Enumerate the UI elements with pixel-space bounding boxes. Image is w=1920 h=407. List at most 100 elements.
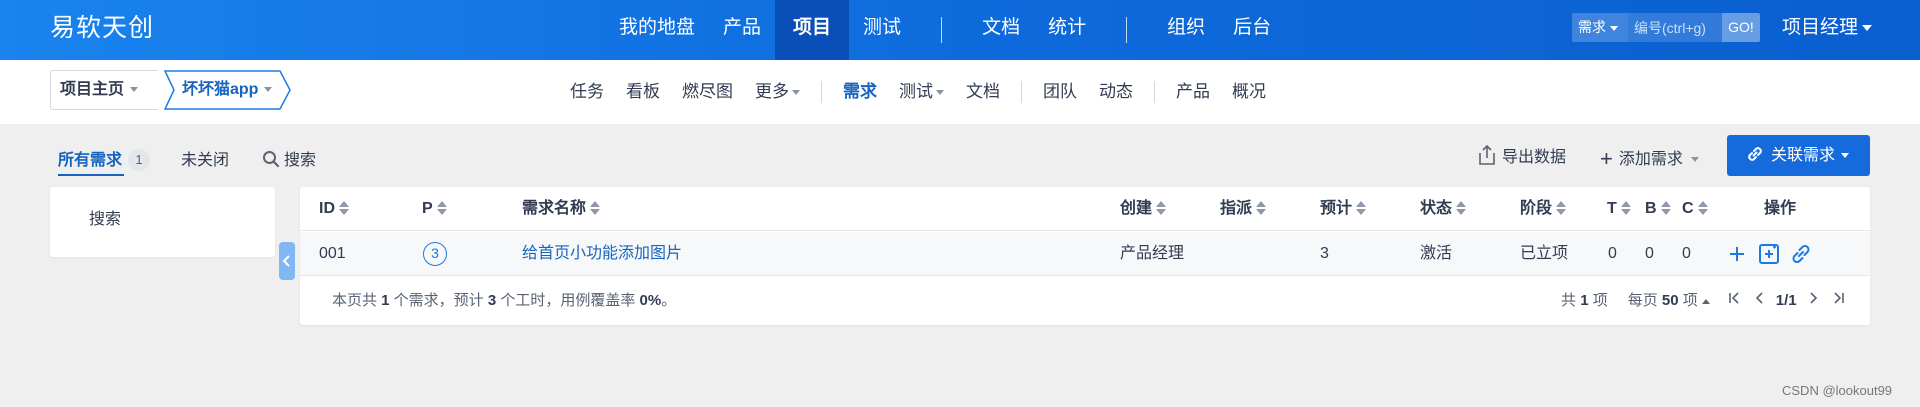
nav-admin[interactable]: 后台 — [1219, 0, 1285, 60]
tab-burndown[interactable]: 燃尽图 — [671, 60, 744, 124]
column-cases[interactable]: C — [1682, 187, 1708, 231]
chevron-down-icon — [1690, 157, 1699, 163]
column-label: 阶段 — [1520, 200, 1553, 217]
top-header: 易软天创 我的地盘 产品 项目 测试 文档 统计 组织 后台 需求 GO! 项目… — [0, 0, 1920, 60]
column-label: ID — [319, 200, 335, 217]
plus-icon[interactable] — [1725, 242, 1749, 266]
column-label: P — [422, 200, 433, 217]
tab-kanban[interactable]: 看板 — [615, 60, 671, 124]
column-label: 预计 — [1320, 200, 1353, 217]
column-tasks[interactable]: T — [1607, 187, 1631, 231]
user-menu[interactable]: 项目经理 — [1782, 0, 1873, 60]
nav-my-dashboard[interactable]: 我的地盘 — [605, 0, 709, 60]
tab-team[interactable]: 团队 — [1032, 60, 1088, 124]
chevron-down-icon — [264, 87, 273, 93]
column-title[interactable]: 需求名称 — [522, 187, 601, 231]
tab-overview[interactable]: 概况 — [1221, 60, 1277, 124]
link-icon — [1748, 147, 1762, 161]
nav-project[interactable]: 项目 — [775, 0, 850, 60]
filter-all-stories[interactable]: 所有需求 1 — [58, 146, 151, 176]
export-button[interactable]: 导出数据 — [1476, 143, 1566, 167]
nav-divider — [1021, 81, 1022, 103]
story-table-panel: ID P 需求名称 创建 指派 预计 状态 阶段 T B C 操作 001 3 … — [300, 187, 1870, 325]
sort-icon — [1156, 201, 1167, 215]
search-type-select[interactable]: 需求 — [1572, 13, 1628, 42]
cell-tasks: 0 — [1608, 245, 1617, 262]
tab-product[interactable]: 产品 — [1165, 60, 1221, 124]
summary-hours: 3 — [487, 292, 497, 309]
brand-logo[interactable]: 易软天创 — [50, 0, 154, 60]
next-page-icon[interactable] — [1803, 277, 1823, 325]
export-label: 导出数据 — [1502, 149, 1567, 166]
nav-test[interactable]: 测试 — [849, 0, 915, 60]
sidebar-collapse-button[interactable] — [279, 242, 295, 280]
chevron-left-icon — [282, 255, 290, 267]
summary-text: 本页共 — [332, 292, 382, 309]
search-type-label: 需求 — [1578, 19, 1606, 35]
summary-text: 个需求，预计 — [389, 292, 488, 309]
nav-divider — [821, 81, 822, 103]
chevron-down-icon — [130, 87, 139, 93]
column-creator[interactable]: 创建 — [1120, 187, 1167, 231]
pager-text: 共 — [1561, 292, 1577, 309]
tab-test[interactable]: 测试 — [888, 60, 955, 124]
count-badge: 1 — [128, 149, 151, 171]
column-label: 创建 — [1120, 200, 1153, 217]
column-stage[interactable]: 阶段 — [1520, 187, 1567, 231]
table-row[interactable]: 001 3 给首页小功能添加图片 产品经理 3 激活 已立项 0 0 0 — [300, 232, 1870, 276]
chevron-down-icon — [1862, 24, 1873, 31]
crumb-project-label: 坏坏猫app — [182, 81, 259, 98]
column-label: 状态 — [1420, 200, 1453, 217]
crumb-project-home[interactable]: 项目主页 — [50, 70, 158, 110]
table-footer: 本页共 1 个需求，预计 3 个工时，用例覆盖率 0%。 共 1 项 每页 50… — [300, 277, 1870, 325]
pager-per-page[interactable]: 每页 50 项 — [1628, 277, 1718, 325]
pager-per-value: 50 — [1661, 292, 1679, 309]
filter-all-label: 所有需求 — [58, 152, 123, 169]
global-search: 需求 GO! — [1572, 13, 1760, 42]
filter-search-toggle[interactable]: 搜索 — [262, 146, 316, 170]
column-assignee[interactable]: 指派 — [1220, 187, 1267, 231]
column-priority[interactable]: P — [422, 187, 447, 231]
nav-product[interactable]: 产品 — [709, 0, 775, 60]
sort-icon — [1697, 201, 1708, 215]
nav-divider — [1126, 17, 1128, 43]
side-search-link[interactable]: 搜索 — [89, 205, 121, 229]
nav-doc[interactable]: 文档 — [968, 0, 1034, 60]
tab-story[interactable]: 需求 — [832, 60, 888, 124]
sort-icon — [339, 201, 349, 215]
column-status[interactable]: 状态 — [1420, 187, 1467, 231]
column-estimate[interactable]: 预计 — [1320, 187, 1367, 231]
nav-stats[interactable]: 统计 — [1034, 0, 1100, 60]
add-story-button[interactable]: + 添加需求 — [1600, 145, 1699, 172]
search-go-button[interactable]: GO! — [1722, 13, 1760, 42]
pager-text: 项 — [1592, 292, 1608, 309]
summary-count: 1 — [381, 292, 390, 309]
summary-coverage: 0% — [639, 292, 662, 309]
sort-icon — [436, 201, 447, 215]
sort-icon — [1456, 201, 1467, 215]
cell-id: 001 — [319, 245, 346, 262]
last-page-icon[interactable] — [1829, 277, 1849, 325]
prev-page-icon[interactable] — [1750, 277, 1770, 325]
link-story-button[interactable]: 关联需求 — [1727, 135, 1870, 176]
first-page-icon[interactable] — [1724, 277, 1744, 325]
row-actions — [1725, 242, 1813, 266]
project-nav: 任务 看板 燃尽图 更多 需求 测试 文档 团队 动态 产品 概况 — [559, 60, 1277, 124]
tab-more[interactable]: 更多 — [744, 60, 811, 124]
search-input[interactable] — [1628, 13, 1722, 42]
filter-unclosed[interactable]: 未关闭 — [181, 146, 229, 170]
unlink-icon[interactable] — [1789, 242, 1813, 266]
chevron-down-icon — [792, 90, 800, 96]
column-bugs[interactable]: B — [1645, 187, 1671, 231]
add-story-label: 添加需求 — [1618, 151, 1683, 168]
tab-task[interactable]: 任务 — [559, 60, 615, 124]
column-id[interactable]: ID — [319, 187, 349, 231]
story-title-link[interactable]: 给首页小功能添加图片 — [522, 232, 682, 276]
main-nav: 我的地盘 产品 项目 测试 文档 统计 组织 后台 — [605, 0, 1285, 60]
sort-icon — [590, 201, 601, 215]
nav-org[interactable]: 组织 — [1153, 0, 1219, 60]
tab-doc[interactable]: 文档 — [955, 60, 1011, 124]
pager-current: 1/1 — [1775, 292, 1797, 309]
tab-dynamic[interactable]: 动态 — [1088, 60, 1144, 124]
batch-create-icon[interactable] — [1757, 242, 1781, 266]
